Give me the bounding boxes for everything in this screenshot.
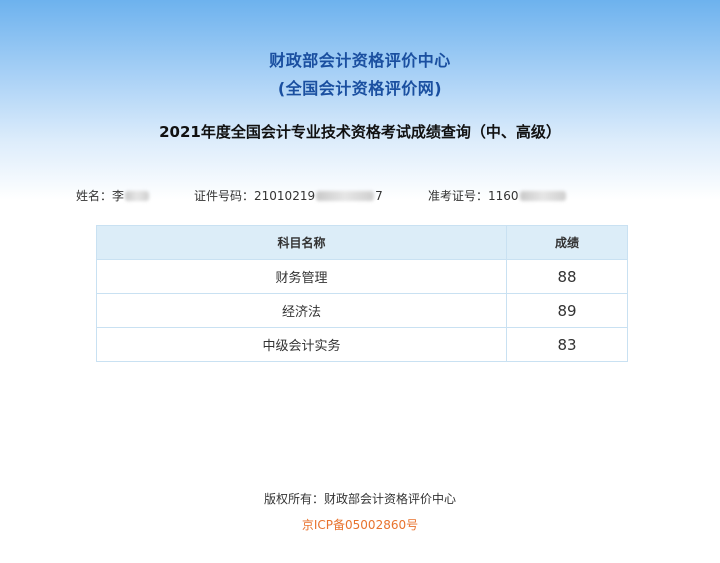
id-prefix: 21010219 — [254, 188, 316, 203]
icp-link[interactable]: 京ICP备05002860号 — [0, 516, 720, 533]
name-label: 姓名： — [76, 189, 113, 203]
copyright-text: 版权所有：财政部会计资格评价中心 — [263, 492, 456, 506]
table-row: 财务管理 88 — [96, 259, 628, 294]
id-redaction — [316, 190, 375, 201]
ticket-label: 准考证号： — [428, 189, 489, 203]
candidate-ticket-number: 准考证号： 1160 — [428, 187, 567, 204]
table-row: 经济法 89 — [96, 293, 628, 328]
score-cell: 89 — [506, 293, 628, 328]
candidate-info-row: 姓名： 李 证件号码： 21010219 7 准考证号： 1160 — [0, 187, 720, 203]
org-name: 财政部会计资格评价中心 — [269, 51, 451, 70]
table-header-row: 科目名称 成绩 — [96, 225, 628, 260]
column-header-score: 成绩 — [506, 225, 628, 260]
subject-cell: 财务管理 — [96, 259, 507, 294]
id-suffix: 7 — [375, 188, 383, 203]
subject-cell: 中级会计实务 — [96, 327, 507, 362]
org-subtitle: (全国会计资格评价网) — [277, 79, 443, 98]
score-cell: 88 — [506, 259, 628, 294]
id-label: 证件号码： — [194, 189, 255, 203]
candidate-id-number: 证件号码： 21010219 7 — [194, 187, 383, 204]
name-redaction — [125, 190, 150, 201]
exam-title: 2021年度全国会计专业技术资格考试成绩查询（中、高级） — [159, 123, 561, 141]
column-header-subject: 科目名称 — [96, 225, 507, 260]
ticket-prefix: 1160 — [488, 188, 519, 203]
header-gradient-band — [0, 0, 720, 200]
name-value: 李 — [112, 189, 125, 203]
table-row: 中级会计实务 83 — [96, 327, 628, 362]
score-table: 科目名称 成绩 财务管理 88 经济法 89 中级会计实务 83 — [96, 225, 628, 362]
ticket-redaction — [519, 190, 566, 201]
candidate-name: 姓名： 李 — [76, 187, 150, 204]
subject-cell: 经济法 — [96, 293, 507, 328]
score-cell: 83 — [506, 327, 628, 362]
